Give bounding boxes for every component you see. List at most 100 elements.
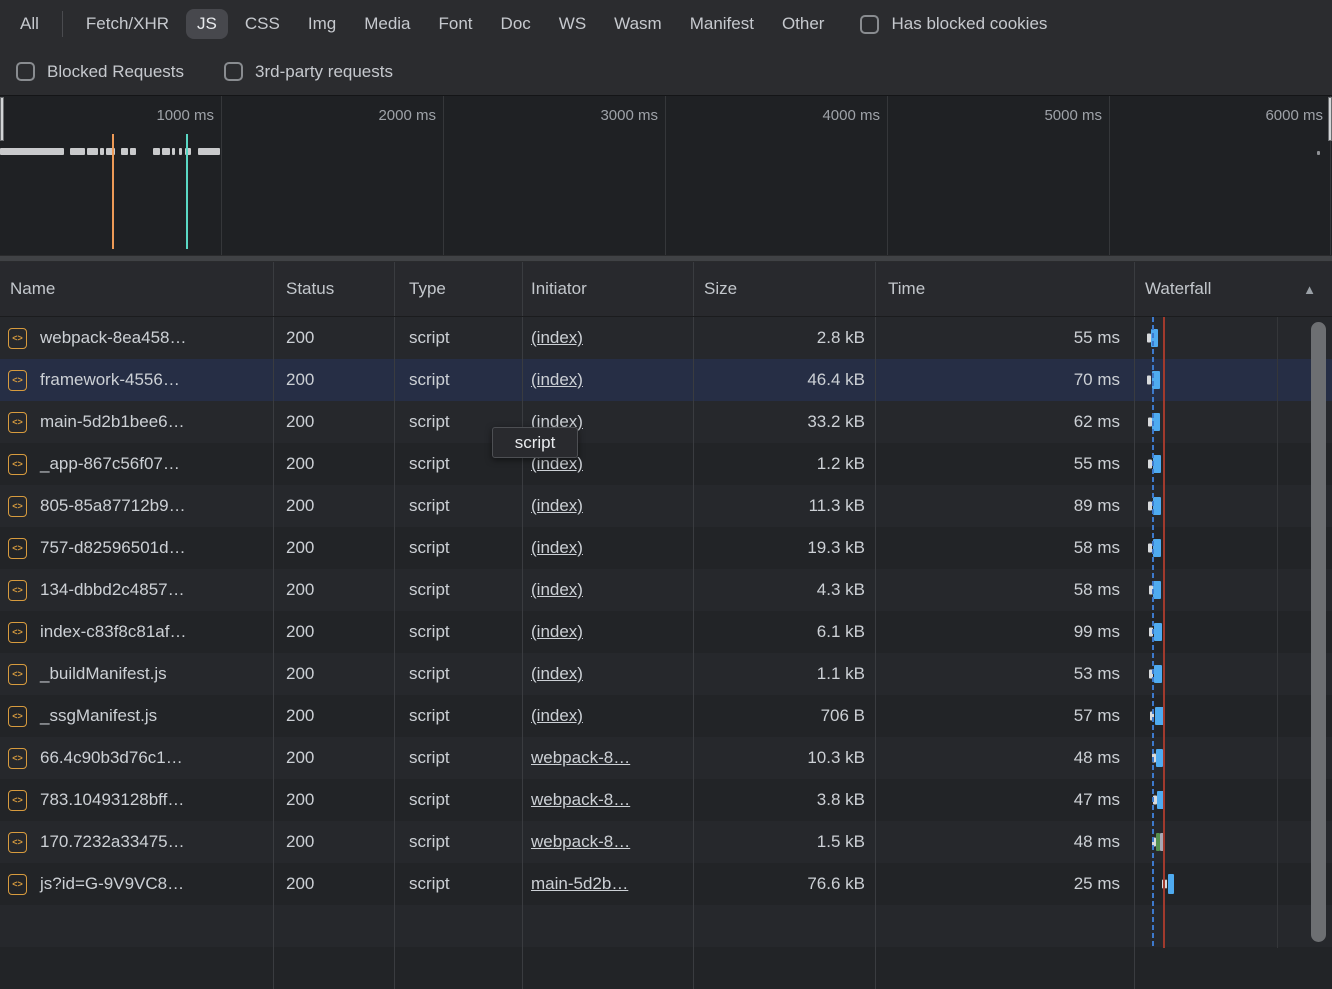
table-row[interactable]: <> 66.4c90b3d76c1… 200 script webpack-8…… bbox=[0, 737, 1332, 779]
network-filter-toolbar: All Fetch/XHR JS CSS Img Media Font Doc … bbox=[0, 0, 1332, 95]
request-time: 55 ms bbox=[876, 443, 1135, 485]
table-row[interactable]: <> 170.7232a33475… 200 script webpack-8…… bbox=[0, 821, 1332, 863]
filter-doc[interactable]: Doc bbox=[490, 9, 542, 39]
filter-img[interactable]: Img bbox=[297, 9, 347, 39]
request-name: 66.4c90b3d76c1… bbox=[40, 748, 183, 768]
initiator-link[interactable]: (index) bbox=[531, 328, 583, 348]
initiator-cell: (index) bbox=[523, 611, 694, 653]
overview-activity-dash bbox=[198, 148, 220, 155]
timeline-tick-label: 5000 ms bbox=[952, 107, 1102, 124]
filter-fetch-xhr[interactable]: Fetch/XHR bbox=[75, 9, 180, 39]
request-time: 58 ms bbox=[876, 569, 1135, 611]
column-header-waterfall[interactable]: Waterfall ▲ bbox=[1135, 262, 1332, 316]
initiator-link[interactable]: (index) bbox=[531, 496, 583, 516]
initiator-cell: main-5d2b… bbox=[523, 863, 694, 905]
js-file-icon: <> bbox=[8, 412, 27, 433]
column-header-status[interactable]: Status bbox=[274, 262, 395, 316]
initiator-link[interactable]: (index) bbox=[531, 538, 583, 558]
waterfall-bar-tick bbox=[1147, 376, 1151, 385]
table-row[interactable]: <> 757-d82596501d… 200 script (index) 19… bbox=[0, 527, 1332, 569]
panel-splitter[interactable] bbox=[0, 255, 1332, 262]
table-row[interactable]: <> framework-4556… 200 script (index) 46… bbox=[0, 359, 1332, 401]
name-cell: <> _ssgManifest.js bbox=[0, 695, 274, 737]
request-time: 47 ms bbox=[876, 779, 1135, 821]
initiator-cell: (index) bbox=[523, 317, 694, 359]
table-row[interactable]: <> _app-867c56f07… 200 script (index) 1.… bbox=[0, 443, 1332, 485]
has-blocked-cookies-checkbox[interactable] bbox=[860, 15, 879, 34]
filter-media[interactable]: Media bbox=[353, 9, 421, 39]
request-size: 19.3 kB bbox=[694, 527, 876, 569]
table-row[interactable]: <> js?id=G-9V9VC8… 200 script main-5d2b…… bbox=[0, 863, 1332, 905]
table-row[interactable]: <> 805-85a87712b9… 200 script (index) 11… bbox=[0, 485, 1332, 527]
initiator-link[interactable]: main-5d2b… bbox=[531, 874, 628, 894]
column-header-type[interactable]: Type bbox=[395, 262, 523, 316]
third-party-requests-checkbox[interactable] bbox=[224, 62, 243, 81]
column-header-time[interactable]: Time bbox=[876, 262, 1135, 316]
overview-activity-dash bbox=[1317, 151, 1320, 155]
blocked-requests-checkbox[interactable] bbox=[16, 62, 35, 81]
request-size bbox=[694, 905, 876, 947]
timeline-tick-label: 1000 ms bbox=[64, 107, 214, 124]
filter-other[interactable]: Other bbox=[771, 9, 836, 39]
network-overview-timeline[interactable]: 1000 ms2000 ms3000 ms4000 ms5000 ms6000 … bbox=[0, 95, 1332, 255]
request-size: 4.3 kB bbox=[694, 569, 876, 611]
js-file-icon: <> bbox=[8, 454, 27, 475]
load-marker bbox=[186, 134, 188, 249]
initiator-link[interactable]: (index) bbox=[531, 370, 583, 390]
initiator-link[interactable]: (index) bbox=[531, 580, 583, 600]
filter-font[interactable]: Font bbox=[428, 9, 484, 39]
request-name: main-5d2b1bee6… bbox=[40, 412, 185, 432]
column-header-size[interactable]: Size bbox=[694, 262, 876, 316]
column-header-initiator[interactable]: Initiator bbox=[523, 262, 694, 316]
overview-activity-dash bbox=[172, 148, 175, 155]
request-type: script bbox=[395, 317, 523, 359]
overview-left-handle[interactable] bbox=[0, 97, 4, 141]
table-row[interactable]: <> 134-dbbd2c4857… 200 script (index) 4.… bbox=[0, 569, 1332, 611]
load-event-line bbox=[1163, 317, 1165, 948]
overview-activity-dash bbox=[130, 148, 136, 155]
name-cell bbox=[0, 905, 274, 947]
initiator-cell: webpack-8… bbox=[523, 779, 694, 821]
filter-bar-second-row: Blocked Requests 3rd-party requests bbox=[0, 48, 1332, 95]
initiator-link[interactable]: webpack-8… bbox=[531, 790, 630, 810]
filter-all[interactable]: All bbox=[9, 9, 50, 39]
request-time: 48 ms bbox=[876, 737, 1135, 779]
request-time: 99 ms bbox=[876, 611, 1135, 653]
initiator-cell: (index) bbox=[523, 527, 694, 569]
request-time: 58 ms bbox=[876, 527, 1135, 569]
filter-css[interactable]: CSS bbox=[234, 9, 291, 39]
vertical-scrollbar-thumb[interactable] bbox=[1311, 322, 1326, 942]
request-size: 706 B bbox=[694, 695, 876, 737]
request-status: 200 bbox=[274, 359, 395, 401]
initiator-cell: webpack-8… bbox=[523, 821, 694, 863]
initiator-link[interactable]: (index) bbox=[531, 664, 583, 684]
name-cell bbox=[0, 947, 274, 989]
initiator-link[interactable]: (index) bbox=[531, 622, 583, 642]
name-cell: <> index-c83f8c81af… bbox=[0, 611, 274, 653]
request-size: 1.1 kB bbox=[694, 653, 876, 695]
request-time bbox=[876, 947, 1135, 989]
column-header-name[interactable]: Name bbox=[0, 262, 274, 316]
initiator-link[interactable]: webpack-8… bbox=[531, 832, 630, 852]
table-row[interactable]: <> 783.10493128bff… 200 script webpack-8… bbox=[0, 779, 1332, 821]
request-name: _ssgManifest.js bbox=[40, 706, 157, 726]
request-status: 200 bbox=[274, 863, 395, 905]
filter-ws[interactable]: WS bbox=[548, 9, 597, 39]
overview-right-handle[interactable] bbox=[1328, 97, 1332, 141]
table-row[interactable]: <> _buildManifest.js 200 script (index) … bbox=[0, 653, 1332, 695]
request-time: 89 ms bbox=[876, 485, 1135, 527]
overview-activity-dash bbox=[121, 148, 128, 155]
initiator-cell bbox=[523, 905, 694, 947]
filter-js[interactable]: JS bbox=[186, 9, 228, 39]
table-row[interactable]: <> main-5d2b1bee6… 200 script (index) 33… bbox=[0, 401, 1332, 443]
initiator-link[interactable]: (index) bbox=[531, 706, 583, 726]
filter-manifest[interactable]: Manifest bbox=[679, 9, 765, 39]
table-row[interactable]: <> index-c83f8c81af… 200 script (index) … bbox=[0, 611, 1332, 653]
table-row[interactable]: <> _ssgManifest.js 200 script (index) 70… bbox=[0, 695, 1332, 737]
filter-wasm[interactable]: Wasm bbox=[603, 9, 673, 39]
request-status: 200 bbox=[274, 443, 395, 485]
request-size: 6.1 kB bbox=[694, 611, 876, 653]
initiator-link[interactable]: webpack-8… bbox=[531, 748, 630, 768]
table-row[interactable]: <> webpack-8ea458… 200 script (index) 2.… bbox=[0, 317, 1332, 359]
waterfall-bar-blue bbox=[1153, 539, 1161, 557]
